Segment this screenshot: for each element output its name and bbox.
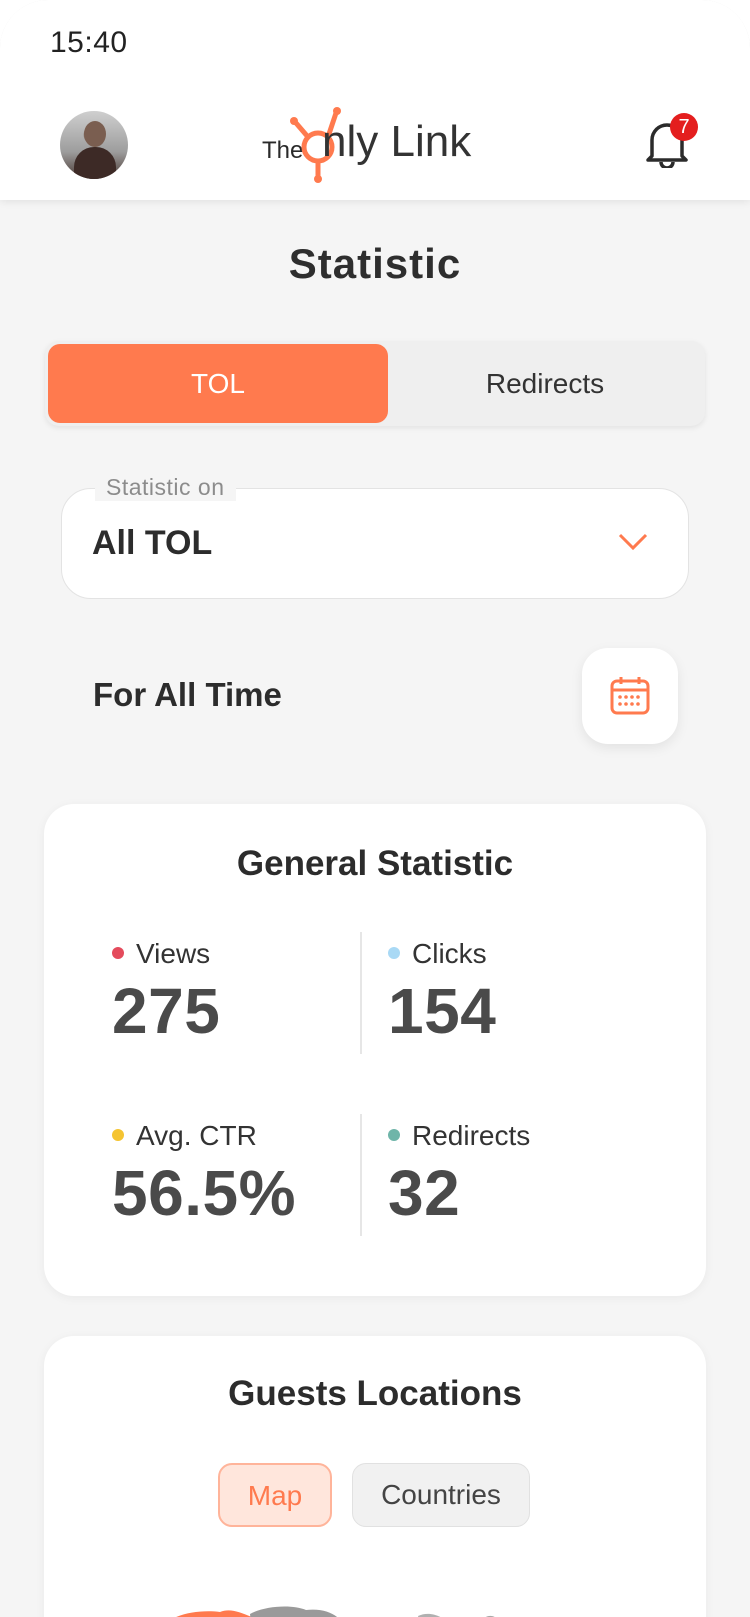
app-header: 15:40 The nly Link 7 [0, 0, 750, 200]
logo-text: nly Link [322, 117, 472, 166]
general-statistic-card: General Statistic Views 275 Clicks 154 A… [44, 804, 706, 1296]
tab-redirects[interactable]: Redirects [388, 344, 702, 423]
toggle-map[interactable]: Map [218, 1463, 332, 1527]
stat-value: 275 [112, 975, 221, 1047]
app-logo: The nly Link [262, 105, 492, 185]
toggle-countries[interactable]: Countries [352, 1463, 530, 1527]
clicks-dot [388, 946, 400, 959]
stat-value: 32 [388, 1157, 461, 1229]
stat-avg-ctr: Avg. CTR 56.5% [112, 1120, 296, 1230]
stat-label: Redirects [412, 1120, 531, 1151]
period-label: For All Time [93, 676, 282, 713]
views-dot [112, 946, 124, 959]
stat-clicks: Clicks 154 [388, 938, 496, 1048]
calendar-icon [610, 677, 650, 715]
select-value: All TOL [92, 524, 213, 562]
divider [360, 1114, 362, 1236]
general-statistic-title: General Statistic [236, 844, 514, 883]
notification-badge: 7 [670, 113, 698, 141]
stat-value: 56.5% [112, 1157, 296, 1229]
tab-switcher: TOL Redirects [45, 341, 705, 426]
stat-views: Views 275 [112, 938, 220, 1048]
chevron-down-icon [618, 533, 648, 551]
avg-ctr-dot [112, 1128, 124, 1141]
calendar-button[interactable] [582, 648, 678, 744]
stat-label: Clicks [412, 938, 487, 969]
stat-label: Views [136, 938, 211, 969]
select-legend: Statistic on [95, 474, 236, 501]
guests-locations-title: Guests Locations [228, 1374, 522, 1413]
avatar[interactable] [60, 111, 128, 179]
world-map[interactable] [44, 1572, 706, 1617]
redirects-dot [388, 1128, 400, 1141]
phone-screen: 15:40 The nly Link 7 Statistic TOL Redir… [0, 0, 750, 1617]
page-title: Statistic [288, 240, 462, 287]
divider [360, 932, 362, 1054]
tab-tol[interactable]: TOL [48, 344, 388, 423]
stat-redirects: Redirects 32 [388, 1120, 530, 1230]
stat-value: 154 [388, 975, 497, 1047]
guests-locations-card: Guests Locations Map Countries [44, 1336, 706, 1617]
status-time: 15:40 [50, 26, 128, 59]
stat-label: Avg. CTR [136, 1120, 257, 1151]
